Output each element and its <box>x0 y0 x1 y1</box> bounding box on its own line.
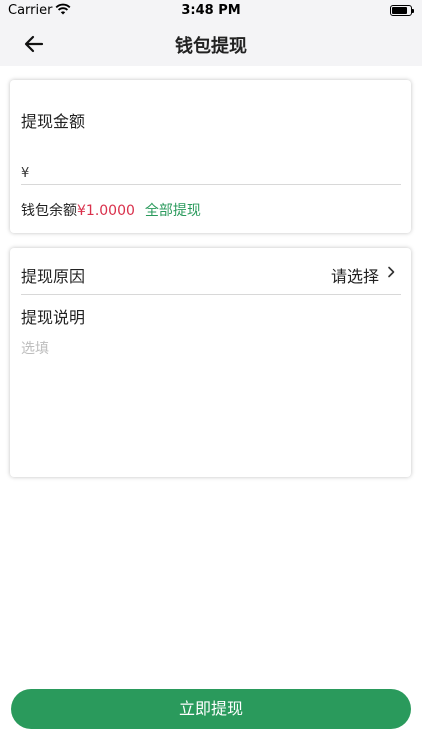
battery-icon <box>390 5 414 16</box>
status-bar: Carrier 3:48 PM <box>0 0 422 22</box>
amount-input[interactable] <box>36 160 400 186</box>
divider <box>21 184 401 185</box>
nav-bar: 钱包提现 <box>0 22 422 66</box>
reason-card: 提现原因 请选择 提现说明 <box>10 248 411 477</box>
balance-row: 钱包余额¥1.0000 全部提现 <box>21 200 201 220</box>
currency-symbol: ¥ <box>21 166 30 181</box>
divider <box>21 294 401 295</box>
submit-button[interactable]: 立即提现 <box>11 689 411 729</box>
page-title: 钱包提现 <box>175 36 247 57</box>
reason-selector[interactable]: 提现原因 请选择 <box>10 248 411 294</box>
balance-label: 钱包余额 <box>21 203 77 219</box>
reason-label: 提现原因 <box>21 267 86 286</box>
balance-value: ¥1.0000 <box>77 203 135 219</box>
description-label: 提现说明 <box>21 308 86 327</box>
chevron-right-icon <box>388 266 395 278</box>
amount-card: 提现金额 ¥ 钱包余额¥1.0000 全部提现 <box>10 80 411 233</box>
description-input[interactable] <box>21 338 399 458</box>
clock: 3:48 PM <box>181 3 241 18</box>
reason-value: 请选择 <box>330 267 379 286</box>
withdraw-all-link[interactable]: 全部提现 <box>145 203 201 219</box>
amount-label: 提现金额 <box>21 112 86 131</box>
